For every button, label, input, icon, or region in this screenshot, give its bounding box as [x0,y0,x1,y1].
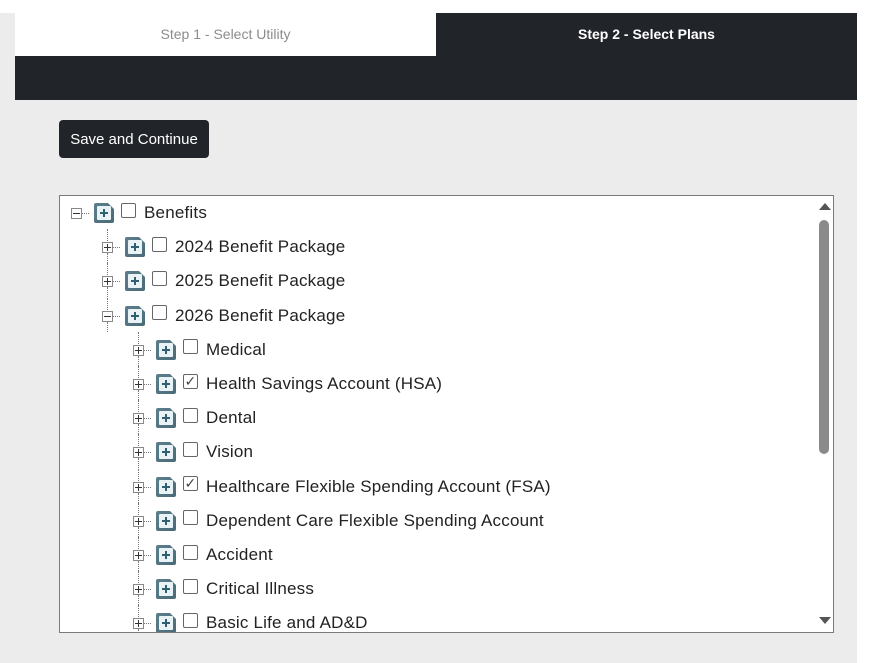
tree-node-label: Dental [206,408,257,428]
tree-node-label: 2024 Benefit Package [175,237,346,257]
tree-expand-icon[interactable] [131,331,153,366]
tree-node[interactable]: Benefits [69,196,207,230]
scroll-down-arrow-icon[interactable] [819,617,831,624]
folder-plus-icon [156,579,176,600]
folder-plus-icon [156,408,176,429]
folder-plus-icon [94,203,114,223]
header-band [15,56,857,100]
folder-plus-icon [125,305,145,326]
tree-scrollbar[interactable] [816,196,833,632]
tree-node-label: Vision [206,442,254,462]
tree-node-checkbox[interactable] [183,339,198,355]
tree-node-label: 2026 Benefit Package [175,305,346,325]
main-content: Save and Continue Benefits 2024 Benefit P… [15,100,857,650]
tree-node[interactable]: 2024 Benefit Package [100,229,346,264]
tree-node-checkbox[interactable] [152,236,167,252]
tree-expand-icon[interactable] [131,434,153,469]
tree-node-checkbox[interactable] [152,270,167,286]
plan-tree-panel: Benefits 2024 Benefit Package 2025 Benefit… [59,195,834,633]
tree-node-label: Basic Life and AD&D [206,613,368,632]
scroll-up-arrow-icon[interactable] [819,203,831,210]
tree-node-label: Medical [206,339,266,359]
tab-step-1[interactable]: Step 1 - Select Utility [15,13,436,56]
tree-expand-icon[interactable] [131,468,153,503]
save-and-continue-button[interactable]: Save and Continue [59,120,209,158]
tree-expand-icon[interactable] [131,605,153,632]
tree-expand-icon[interactable] [131,502,153,537]
tree-expand-icon[interactable] [131,537,153,571]
tree-expand-icon[interactable] [100,229,122,264]
folder-plus-icon [156,442,176,463]
tree-node[interactable]: ✓ Health Savings Account (HSA) [131,366,443,401]
folder-plus-icon [156,476,176,497]
tree-node-checkbox[interactable] [183,510,198,526]
tree-node[interactable]: Critical Illness [131,571,315,606]
plan-tree: Benefits 2024 Benefit Package 2025 Benefit… [60,196,816,632]
wizard-frame: Step 1 - Select Utility Step 2 - Select … [15,13,857,650]
tree-node-label: Health Savings Account (HSA) [206,374,443,393]
tree-expand-icon[interactable] [131,571,153,606]
tree-node[interactable]: Accident [131,537,273,572]
tab-step-2[interactable]: Step 2 - Select Plans [436,13,857,56]
folder-plus-icon [156,374,176,394]
tree-expand-icon[interactable] [131,366,153,400]
tree-node[interactable]: 2026 Benefit Package [100,297,346,333]
tree-node-checkbox[interactable] [183,441,198,457]
folder-plus-icon [125,271,145,292]
tree-node[interactable]: ✓ Healthcare Flexible Spending Account (F… [131,468,551,504]
folder-plus-icon [156,613,176,632]
tree-collapse-icon[interactable] [100,297,122,332]
tree-expand-icon[interactable] [131,400,153,435]
tree-node[interactable]: 2025 Benefit Package [100,263,346,298]
tree-node-label: Benefits [144,203,208,222]
tree-node-checkbox[interactable] [152,305,167,321]
top-strip [0,0,873,13]
tree-node[interactable]: Vision [131,434,254,469]
tree-node-checkbox[interactable]: ✓ [183,476,198,492]
folder-plus-icon [156,510,176,531]
tree-node[interactable]: Dental [131,400,257,435]
tree-node-label: 2025 Benefit Package [175,271,346,291]
tree-expand-icon[interactable] [100,263,122,298]
tree-node[interactable]: Medical [131,331,266,367]
tree-node-checkbox[interactable]: ✓ [183,373,198,389]
folder-plus-icon [156,339,176,360]
tree-node-checkbox[interactable] [121,202,136,218]
folder-plus-icon [156,545,176,565]
tree-node-label: Critical Illness [206,579,315,599]
right-strip [857,13,873,663]
tree-node-checkbox[interactable] [183,407,198,423]
folder-plus-icon [125,237,145,258]
tree-node-label: Dependent Care Flexible Spending Account [206,510,544,530]
tree-node[interactable]: Dependent Care Flexible Spending Account [131,502,544,538]
tree-collapse-icon[interactable] [69,203,91,223]
tree-node[interactable]: Basic Life and AD&D [131,605,368,632]
tree-node-checkbox[interactable] [183,612,198,628]
step-tabs: Step 1 - Select Utility Step 2 - Select … [15,13,857,56]
tree-node-label: Accident [206,545,273,564]
tree-node-label: Healthcare Flexible Spending Account (FS… [206,476,551,496]
tree-node-checkbox[interactable] [183,544,198,560]
tree-node-checkbox[interactable] [183,578,198,594]
scroll-thumb[interactable] [819,220,829,454]
